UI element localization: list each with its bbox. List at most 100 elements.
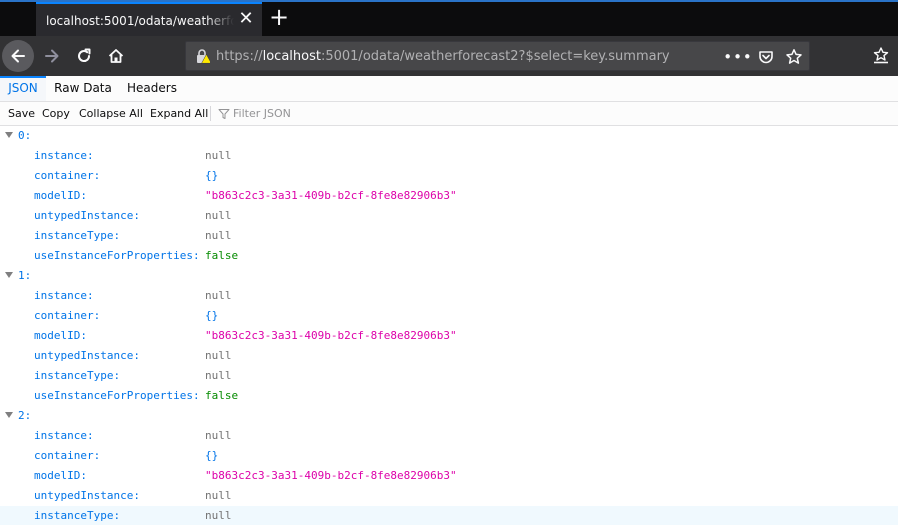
tree-record-row[interactable]: 0: [0,126,898,146]
field-key: modelID: [34,189,87,202]
toolbar-divider [210,106,211,121]
tree-field-row[interactable]: untypedInstance: null [0,346,898,366]
tree-field-row[interactable]: instance: null [0,146,898,166]
tab-title: localhost:5001/odata/weatherforecast2?$s… [46,14,234,28]
pocket-button[interactable] [756,47,776,67]
url-text: https://localhost:5001/odata/weatherfore… [216,48,670,66]
tree-field-row[interactable]: untypedInstance: null [0,486,898,506]
field-key: container: [34,309,101,322]
json-tree: 0: instance: null container:{} modelID: "b863… [0,126,898,525]
field-key: instance: [34,289,94,302]
filter-icon [218,109,230,119]
library-button[interactable] [868,42,894,68]
tab-json[interactable]: JSON [0,76,46,101]
tree-field-row[interactable]: modelID: "b863c2c3-3a31-409b-b2cf-8fe8e82… [0,326,898,346]
expand-triangle-icon[interactable] [5,412,13,418]
field-key: modelID: [34,329,87,342]
field-value: "b863c2c3-3a31-409b-b2cf-8fe8e82906b3" [205,189,457,202]
tree-field-row[interactable]: container: {} [0,166,898,186]
filter-json-input[interactable] [233,104,533,122]
field-key: useInstanceForProperties: [34,249,200,262]
tree-record-row[interactable]: 1: [0,266,898,286]
arrow-right-icon [45,49,59,63]
tab-headers[interactable]: Headers [120,76,184,101]
home-button[interactable] [102,42,130,70]
pocket-icon [759,51,773,64]
tree-field-row[interactable]: instanceType: null [0,506,898,525]
field-key: untypedInstance: [34,209,140,222]
field-value: {} [205,169,219,182]
field-key: instanceType: [34,509,121,522]
tree-field-row[interactable]: instanceType: null [0,366,898,386]
tree-field-row[interactable]: container: {} [0,306,898,326]
navigation-toolbar: https://localhost:5001/odata/weatherfore… [0,36,898,76]
field-value: false [205,249,239,262]
expand-triangle-icon[interactable] [5,132,13,138]
field-key: instanceType: [34,369,121,382]
url-bar[interactable]: https://localhost:5001/odata/weatherfore… [185,41,810,71]
tree-field-row[interactable]: modelID: "b863c2c3-3a31-409b-b2cf-8fe8e82… [0,186,898,206]
json-viewer-tabs: JSON Raw Data Headers [0,76,898,102]
tree-field-row[interactable]: instance: null [0,286,898,306]
tree-field-row[interactable]: container: {} [0,446,898,466]
library-icon [873,47,889,64]
field-value: null [205,209,232,222]
tree-field-row[interactable]: instance: null [0,426,898,446]
url-path: :5001/odata/weatherforecast2?$select=key… [320,49,670,64]
record-index: 0: [18,129,32,142]
record-index: 2: [18,409,32,422]
forward-button[interactable] [38,42,66,70]
field-key: instance: [34,149,94,162]
star-icon [786,49,802,64]
field-value: null [205,349,232,362]
field-key: useInstanceForProperties: [34,389,200,402]
json-toolbar: Save Copy Collapse All Expand All [0,102,898,126]
tree-field-row[interactable]: modelID: "b863c2c3-3a31-409b-b2cf-8fe8e82… [0,466,898,486]
field-value: null [205,149,232,162]
insecure-lock-icon[interactable] [194,48,210,64]
copy-button[interactable]: Copy [42,102,70,125]
tree-field-row[interactable]: useInstanceForProperties: false [0,246,898,266]
field-key: modelID: [34,469,87,482]
field-value: null [205,289,232,302]
record-index: 1: [18,269,32,282]
new-tab-button[interactable]: + [268,5,290,29]
field-value: null [205,369,232,382]
save-button[interactable]: Save [8,102,35,125]
field-value: false [205,389,239,402]
back-button[interactable] [2,40,34,72]
tree-field-row[interactable]: untypedInstance: null [0,206,898,226]
reload-icon [78,48,91,62]
arrow-left-icon [11,49,25,63]
url-protocol: https:// [216,49,263,64]
tree-record-row[interactable]: 2: [0,406,898,426]
field-value: {} [205,449,219,462]
tab-raw-data[interactable]: Raw Data [50,76,116,101]
field-value: "b863c2c3-3a31-409b-b2cf-8fe8e82906b3" [205,469,457,482]
field-key: container: [34,169,101,182]
field-key: untypedInstance: [34,489,140,502]
expand-triangle-icon[interactable] [5,272,13,278]
field-key: container: [34,449,101,462]
field-value: null [205,429,232,442]
field-value: null [205,489,232,502]
reload-button[interactable] [70,42,98,70]
field-key: instanceType: [34,229,121,242]
field-value: "b863c2c3-3a31-409b-b2cf-8fe8e82906b3" [205,329,457,342]
page-actions-button[interactable]: ••• [723,47,752,67]
field-key: instance: [34,429,94,442]
tree-field-row[interactable]: instanceType: null [0,226,898,246]
field-value: null [205,229,232,242]
collapse-all-button[interactable]: Collapse All [79,102,143,125]
expand-all-button[interactable]: Expand All [150,102,208,125]
close-tab-icon[interactable]: ✕ [238,10,254,28]
tree-field-row[interactable]: useInstanceForProperties: false [0,386,898,406]
field-value: null [205,509,232,522]
bookmark-button[interactable] [784,47,804,67]
home-icon [108,49,124,63]
browser-tab[interactable]: localhost:5001/odata/weatherforecast2?$s… [36,2,262,36]
field-key: untypedInstance: [34,349,140,362]
tab-strip: localhost:5001/odata/weatherforecast2?$s… [0,0,898,36]
field-value: {} [205,309,219,322]
url-host: localhost [262,49,321,64]
